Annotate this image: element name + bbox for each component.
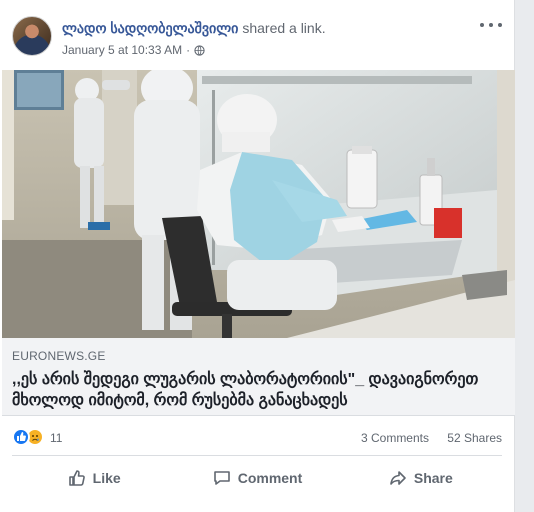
comments-count[interactable]: 3 Comments [361, 431, 429, 445]
author-avatar[interactable] [12, 16, 52, 56]
author-line: ლადო სადღობელაშვილი shared a link. [62, 20, 326, 37]
post-header: ლადო სადღობელაშვილი shared a link. Janua… [12, 14, 502, 58]
comment-label: Comment [237, 470, 303, 486]
laboratory-photo [2, 70, 515, 338]
share-arrow-icon [390, 471, 406, 485]
link-domain: EURONEWS.GE [12, 349, 106, 363]
shares-count[interactable]: 52 Shares [447, 431, 502, 445]
share-label: Share [413, 470, 453, 486]
comment-icon [213, 471, 230, 485]
post-meta: January 5 at 10:33 AM · [62, 43, 326, 57]
page-background-strip [515, 0, 534, 512]
globe-icon [194, 44, 205, 56]
post-action-text: shared a link. [242, 20, 326, 36]
comment-button[interactable]: Comment [175, 458, 338, 498]
like-label: Like [92, 470, 121, 486]
post-header-text: ლადო სადღობელაშვილი shared a link. Janua… [62, 20, 326, 57]
more-dot [480, 23, 484, 27]
thumbs-up-icon [68, 470, 85, 486]
share-button[interactable]: Share [339, 458, 502, 498]
post-card: ლადო სადღობელაშვილი shared a link. Janua… [0, 0, 515, 512]
post-actions: Like Comment Share [12, 458, 502, 498]
link-preview-box[interactable]: EURONEWS.GE ,,ეს არის შედეგი ლუგარის ლაბ… [2, 338, 515, 416]
like-reaction-icon[interactable] [12, 428, 30, 446]
like-button[interactable]: Like [12, 458, 175, 498]
author-name[interactable]: ლადო სადღობელაშვილი [62, 20, 238, 36]
meta-separator: · [186, 43, 191, 57]
more-dot [489, 23, 493, 27]
post-timestamp[interactable]: January 5 at 10:33 AM [62, 43, 182, 57]
actions-divider [12, 455, 502, 456]
more-dot [498, 23, 502, 27]
more-options-icon[interactable] [480, 18, 502, 32]
link-preview-image[interactable] [2, 70, 515, 338]
post-stats: 11 3 Comments 52 Shares [12, 426, 502, 448]
reactions-count[interactable]: 11 [50, 431, 62, 445]
link-title[interactable]: ,,ეს არის შედეგი ლუგარის ლაბორატორიის"_ … [12, 369, 502, 411]
